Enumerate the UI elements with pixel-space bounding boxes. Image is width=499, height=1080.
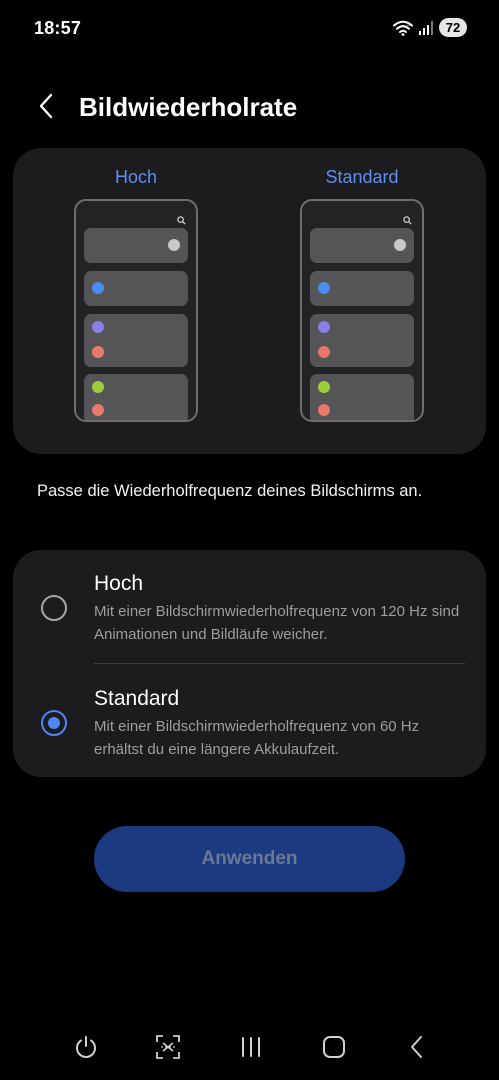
option-description: Mit einer Bildschirmwiederholfrequenz vo…	[94, 718, 420, 758]
preview-label-high: Hoch	[114, 167, 158, 187]
signal-icon	[419, 20, 433, 35]
description-text: Passe die Wiederholfrequenz deines Bilds…	[37, 482, 423, 500]
wifi-icon: 5	[393, 20, 413, 36]
option-description: Mit einer Bildschirmwiederholfrequenz vo…	[94, 603, 460, 643]
illustration-row	[84, 314, 188, 367]
radio-selected-dot	[47, 716, 60, 729]
home-button[interactable]	[309, 1024, 359, 1074]
illustration-dot	[92, 346, 104, 358]
battery-indicator: 72	[439, 18, 467, 37]
option-title: Hoch	[94, 572, 144, 595]
status-icons: 5 72	[393, 18, 467, 37]
page-title: Bildwiederholrate	[79, 92, 298, 122]
status-bar: 18:57 5 72	[0, 0, 499, 56]
navigation-bar	[0, 1024, 499, 1080]
option-standard[interactable]: Standard Mit einer Bildschirmwiederholfr…	[13, 664, 486, 774]
screen-capture-button[interactable]	[143, 1024, 193, 1074]
preview-high: Hoch	[56, 148, 216, 454]
nav-back-button[interactable]	[392, 1024, 442, 1074]
status-time: 18:57	[34, 18, 82, 38]
illustration-row	[310, 314, 414, 367]
radio-button-high[interactable]	[41, 595, 67, 621]
back-icon	[409, 1035, 425, 1064]
illustration-dot	[168, 239, 180, 251]
illustration-dot	[394, 239, 406, 251]
illustration-dot	[318, 404, 330, 416]
illustration-dot	[92, 381, 104, 393]
chevron-left-icon	[38, 93, 54, 124]
illustration-dot	[92, 404, 104, 416]
power-icon	[73, 1034, 99, 1065]
illustration-dot	[318, 346, 330, 358]
power-button[interactable]	[61, 1024, 111, 1074]
illustration-row	[84, 228, 188, 263]
screen: 18:57 5 72 Bildwiederholrate Hoch Standa…	[0, 0, 499, 1080]
radio-button-standard[interactable]	[41, 710, 67, 736]
apply-button[interactable]: Anwenden	[94, 826, 405, 892]
svg-text:5: 5	[407, 22, 410, 28]
illustration-row	[310, 228, 414, 263]
illustration-row	[310, 271, 414, 306]
header: Bildwiederholrate	[0, 82, 499, 134]
home-icon	[322, 1035, 346, 1064]
illustration-row	[84, 374, 188, 420]
preview-card: Hoch Standard	[13, 148, 486, 454]
illustration-row	[84, 271, 188, 306]
illustration-dot	[92, 282, 104, 294]
option-high[interactable]: Hoch Mit einer Bildschirmwiederholfreque…	[13, 550, 486, 660]
recent-apps-button[interactable]	[226, 1024, 276, 1074]
phone-illustration-standard	[300, 199, 424, 422]
phone-illustration-high	[74, 199, 198, 422]
preview-standard: Standard	[282, 148, 442, 454]
option-title: Standard	[94, 687, 180, 710]
recent-apps-icon	[239, 1036, 263, 1063]
preview-label-standard: Standard	[325, 167, 399, 187]
illustration-dot	[318, 282, 330, 294]
illustration-row	[310, 374, 414, 420]
back-button[interactable]	[26, 90, 66, 126]
options-card: Hoch Mit einer Bildschirmwiederholfreque…	[13, 550, 486, 777]
screen-capture-icon	[155, 1034, 181, 1065]
illustration-dot	[318, 321, 330, 333]
illustration-dot	[92, 321, 104, 333]
illustration-dot	[318, 381, 330, 393]
